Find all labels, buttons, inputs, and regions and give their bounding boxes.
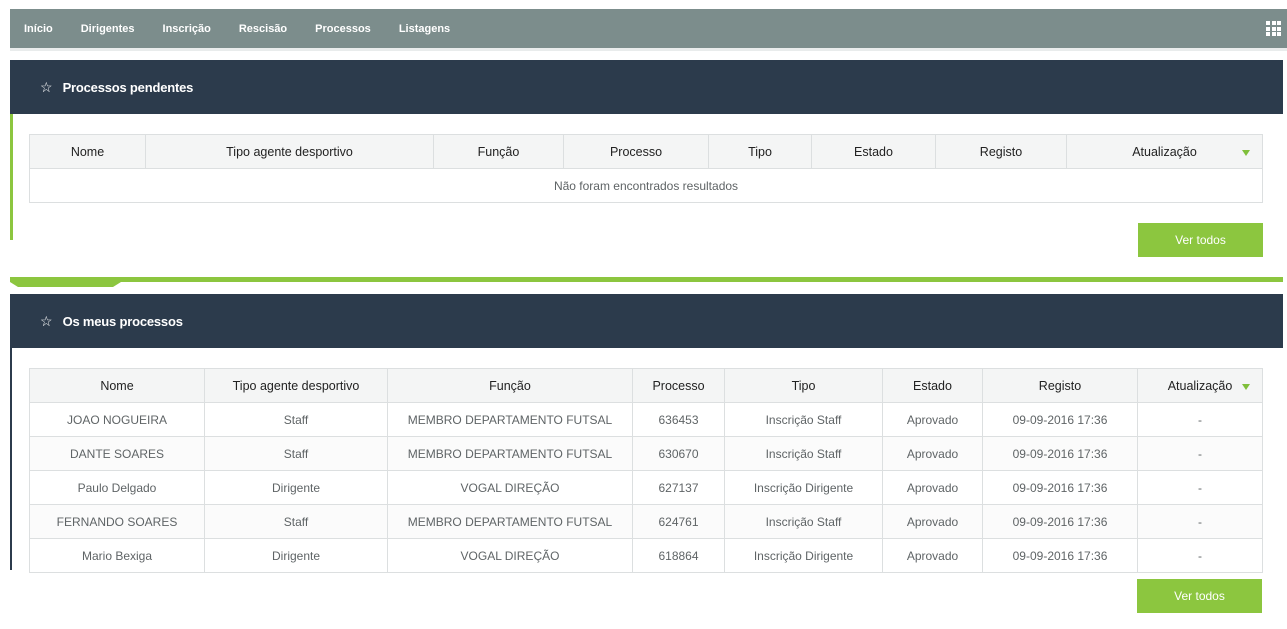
column-header-atualizacao-label: Atualização [1132,144,1197,159]
ver-todos-pending-button[interactable]: Ver todos [1138,223,1263,257]
nav-item-listagens[interactable]: Listagens [399,23,450,35]
cell-atualizacao: - [1137,538,1263,573]
column-header-atualizacao[interactable]: Atualização [1137,368,1263,403]
cell-nome: JOAO NOGUEIRA [29,402,205,437]
table-row[interactable]: Mario Bexiga Dirigente VOGAL DIREÇÃO 618… [29,538,1263,573]
my-processes-title: Os meus processos [62,313,183,329]
cell-estado: Aprovado [882,402,983,437]
top-nav-bar: Início Dirigentes Inscrição Rescisão Pro… [10,9,1287,48]
cell-tipo: Inscrição Dirigente [724,538,883,573]
column-header-atualizacao-label: Atualização [1167,378,1233,393]
cell-estado: Aprovado [882,538,983,573]
cell-funcao: VOGAL DIREÇÃO [387,538,633,573]
column-header-registo[interactable]: Registo [935,134,1067,169]
sort-desc-icon[interactable] [1242,150,1250,156]
column-header-estado[interactable]: Estado [882,368,983,403]
pending-processes-table: Nome Tipo agente desportivo Função Proce… [29,134,1263,203]
cell-tipo-agente: Dirigente [204,538,388,573]
apps-grid-icon[interactable] [1266,21,1281,36]
cell-tipo: Inscrição Staff [724,402,883,437]
my-processes-table: Nome Tipo agente desportivo Função Proce… [29,368,1263,573]
table-header-row: Nome Tipo agente desportivo Função Proce… [29,368,1263,403]
column-header-estado[interactable]: Estado [811,134,936,169]
cell-registo: 09-09-2016 17:36 [982,538,1138,573]
section-separator [10,277,1283,282]
column-header-funcao[interactable]: Função [433,134,564,169]
table-row[interactable]: JOAO NOGUEIRA Staff MEMBRO DEPARTAMENTO … [29,402,1263,437]
column-header-tipo-agente[interactable]: Tipo agente desportivo [204,368,388,403]
star-icon: ☆ [40,313,53,329]
cell-funcao: MEMBRO DEPARTAMENTO FUTSAL [387,504,633,539]
cell-tipo-agente: Staff [204,402,388,437]
cell-nome: DANTE SOARES [29,436,205,471]
cell-processo: 630670 [632,436,725,471]
column-header-tipo[interactable]: Tipo [724,368,883,403]
column-header-processo[interactable]: Processo [632,368,725,403]
cell-tipo: Inscrição Staff [724,504,883,539]
cell-registo: 09-09-2016 17:36 [982,436,1138,471]
cell-atualizacao: - [1137,436,1263,471]
cell-funcao: MEMBRO DEPARTAMENTO FUTSAL [387,402,633,437]
table-empty-row: Não foram encontrados resultados [29,168,1263,203]
cell-atualizacao: - [1137,504,1263,539]
nav-item-rescisao[interactable]: Rescisão [239,23,287,35]
cell-atualizacao: - [1137,470,1263,505]
cell-tipo-agente: Dirigente [204,470,388,505]
cell-tipo-agente: Staff [204,504,388,539]
pending-processes-header: ☆ Processos pendentes [10,60,1283,114]
cell-processo: 618864 [632,538,725,573]
cell-tipo: Inscrição Staff [724,436,883,471]
cell-funcao: VOGAL DIREÇÃO [387,470,633,505]
column-header-tipo[interactable]: Tipo [708,134,812,169]
section-tab-decoration [10,282,121,287]
empty-results-message: Não foram encontrados resultados [29,168,1263,203]
pending-processes-title: Processos pendentes [62,79,194,95]
cell-registo: 09-09-2016 17:36 [982,470,1138,505]
ver-todos-my-processes-button[interactable]: Ver todos [1137,579,1262,613]
nav-underline [10,48,1287,51]
cell-estado: Aprovado [882,504,983,539]
column-header-nome[interactable]: Nome [29,368,205,403]
table-row[interactable]: DANTE SOARES Staff MEMBRO DEPARTAMENTO F… [29,436,1263,471]
table-row[interactable]: Paulo Delgado Dirigente VOGAL DIREÇÃO 62… [29,470,1263,505]
star-icon: ☆ [40,79,53,95]
nav-item-inscricao[interactable]: Inscrição [163,23,211,35]
cell-nome: Mario Bexiga [29,538,205,573]
column-header-funcao[interactable]: Função [387,368,633,403]
cell-tipo-agente: Staff [204,436,388,471]
column-header-registo[interactable]: Registo [982,368,1138,403]
table-row[interactable]: FERNANDO SOARES Staff MEMBRO DEPARTAMENT… [29,504,1263,539]
table-header-row: Nome Tipo agente desportivo Função Proce… [29,134,1263,169]
column-header-nome[interactable]: Nome [29,134,146,169]
cell-processo: 627137 [632,470,725,505]
cell-estado: Aprovado [882,436,983,471]
column-header-tipo-agente[interactable]: Tipo agente desportivo [145,134,434,169]
cell-tipo: Inscrição Dirigente [724,470,883,505]
cell-funcao: MEMBRO DEPARTAMENTO FUTSAL [387,436,633,471]
column-header-atualizacao[interactable]: Atualização [1066,134,1263,169]
my-processes-header: ☆ Os meus processos [10,294,1283,348]
cell-atualizacao: - [1137,402,1263,437]
cell-processo: 636453 [632,402,725,437]
cell-estado: Aprovado [882,470,983,505]
cell-registo: 09-09-2016 17:36 [982,504,1138,539]
nav-item-inicio[interactable]: Início [24,23,53,35]
nav-item-dirigentes[interactable]: Dirigentes [81,23,135,35]
nav-item-processos[interactable]: Processos [315,23,371,35]
column-header-processo[interactable]: Processo [563,134,709,169]
cell-nome: FERNANDO SOARES [29,504,205,539]
cell-processo: 624761 [632,504,725,539]
cell-registo: 09-09-2016 17:36 [982,402,1138,437]
sort-desc-icon[interactable] [1242,384,1250,390]
cell-nome: Paulo Delgado [29,470,205,505]
